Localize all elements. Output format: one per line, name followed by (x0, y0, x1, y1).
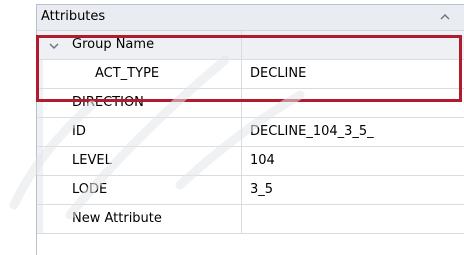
attribute-value-cell[interactable] (242, 205, 464, 233)
attribute-name-cell[interactable]: LEVEL (43, 147, 242, 175)
attribute-value-cell[interactable]: DECLINE (242, 60, 464, 88)
attribute-name: LEVEL (72, 153, 112, 168)
attributes-panel: Attributes Group Name ACT_TYPE DECLINE D… (36, 4, 464, 255)
attribute-value: DECLINE_104_3_5_ (250, 124, 374, 139)
group-value-cell (242, 31, 464, 59)
group-name-cell[interactable]: Group Name (43, 31, 242, 59)
attribute-name: ID (72, 124, 86, 139)
attribute-row[interactable]: ID DECLINE_104_3_5_ (37, 118, 464, 147)
attribute-row[interactable]: DIRECTION (37, 89, 464, 118)
attribute-value-cell[interactable] (242, 89, 464, 117)
chevron-up-icon[interactable] (440, 13, 450, 21)
group-row[interactable]: Group Name (37, 31, 464, 60)
attribute-value: 104 (250, 153, 275, 168)
attribute-row[interactable]: LODE 3_5 (37, 176, 464, 205)
attribute-name-cell[interactable]: ID (43, 118, 242, 146)
attributes-header[interactable]: Attributes (37, 5, 464, 31)
attribute-name-cell[interactable]: ACT_TYPE (43, 60, 242, 88)
attribute-name: ACT_TYPE (95, 66, 160, 81)
attribute-row[interactable]: LEVEL 104 (37, 147, 464, 176)
attributes-title: Attributes (41, 9, 106, 24)
attribute-name: LODE (72, 182, 108, 197)
attribute-value: 3_5 (250, 182, 274, 197)
attribute-name: New Attribute (72, 211, 162, 226)
attribute-row-new[interactable]: New Attribute (37, 205, 464, 234)
attribute-name-cell[interactable]: DIRECTION (43, 89, 242, 117)
attribute-name: DIRECTION (72, 95, 144, 110)
attribute-value-cell[interactable]: 3_5 (242, 176, 464, 204)
group-name-label: Group Name (72, 37, 155, 52)
attribute-name-cell[interactable]: LODE (43, 176, 242, 204)
attribute-row-act-type[interactable]: ACT_TYPE DECLINE (37, 60, 464, 89)
attribute-value-cell[interactable]: DECLINE_104_3_5_ (242, 118, 464, 146)
attribute-value-cell[interactable]: 104 (242, 147, 464, 175)
chevron-down-icon[interactable] (49, 42, 59, 50)
attribute-name-cell[interactable]: New Attribute (43, 205, 242, 233)
attribute-value: DECLINE (250, 66, 307, 81)
